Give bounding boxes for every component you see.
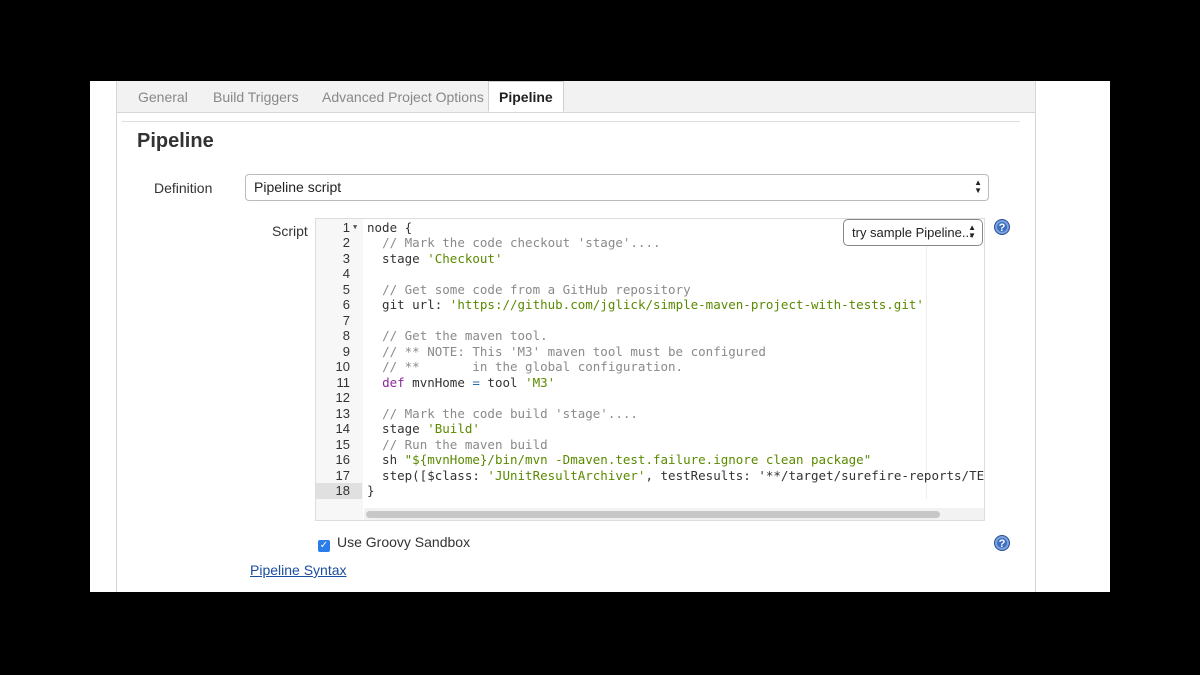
code-text: // ** NOTE: This 'M3' maven tool must be… <box>382 343 766 359</box>
scrollbar-thumb[interactable] <box>366 511 940 518</box>
code-text: // ** in the global configuration. <box>382 359 684 374</box>
code-line[interactable]: 14 stage 'Build' <box>316 421 984 437</box>
pipeline-syntax-link[interactable]: Pipeline Syntax <box>250 562 347 578</box>
line-number: 18 <box>316 483 362 499</box>
code-line[interactable]: 15 // Run the maven build <box>316 436 984 453</box>
line-number: 7 <box>342 312 350 328</box>
code-line[interactable]: 7 <box>316 312 984 329</box>
help-icon[interactable]: ? <box>994 535 1010 551</box>
try-sample-pipeline-select[interactable]: try sample Pipeline... ▲ ▼ <box>843 219 983 246</box>
help-icon[interactable]: ? <box>994 219 1010 235</box>
code-line[interactable]: 11 def mvnHome = tool 'M3' <box>316 374 984 391</box>
section-divider <box>122 121 1020 122</box>
tab-build-triggers[interactable]: Build Triggers <box>213 89 299 105</box>
code-text: node { <box>367 219 413 235</box>
script-editor[interactable]: 1 ▼ node { 2 // Mark the code checkout 'sta… <box>315 218 985 521</box>
definition-select[interactable]: Pipeline script ▲ ▼ <box>245 174 989 201</box>
tab-advanced-project-options[interactable]: Advanced Project Options <box>322 89 484 105</box>
code-text: // Mark the code checkout 'stage'.... <box>382 235 661 250</box>
code-line[interactable]: 6 git url: 'https://github.com/jglick/si… <box>316 297 984 313</box>
code-line[interactable]: 13 // Mark the code build 'stage'.... <box>316 405 984 422</box>
groovy-sandbox-checkbox[interactable]: ✓ <box>318 540 330 552</box>
tab-pipeline[interactable]: Pipeline <box>488 81 564 112</box>
config-tab-bar: General Build Triggers Advanced Project … <box>117 81 1035 113</box>
code-text: step([$class: 'JUnitResultArchiver', tes… <box>367 467 985 483</box>
select-arrows-icon: ▲ ▼ <box>974 178 982 195</box>
code-line[interactable]: 5 // Get some code from a GitHub reposit… <box>316 281 984 298</box>
code-text: // Get some code from a GitHub repositor… <box>382 281 691 297</box>
line-number: 12 <box>335 390 350 405</box>
config-panel: General Build Triggers Advanced Project … <box>116 81 1036 592</box>
code-line[interactable]: 17 step([$class: 'JUnitResultArchiver', … <box>316 467 985 484</box>
select-arrows-icon: ▲ ▼ <box>968 223 976 240</box>
line-number: 4 <box>342 266 350 281</box>
code-text: // Run the maven build <box>382 436 548 452</box>
code-text: git url: 'https://github.com/jglick/simp… <box>367 297 924 312</box>
line-number: 5 <box>342 281 350 297</box>
definition-selected-value: Pipeline script <box>254 179 342 195</box>
code-line[interactable]: 10 // ** in the global configuration. <box>316 359 984 375</box>
jenkins-config-frame: General Build Triggers Advanced Project … <box>90 81 1110 592</box>
code-text: stage 'Build' <box>367 421 480 436</box>
line-number: 15 <box>335 436 350 452</box>
script-label: Script <box>272 223 308 239</box>
code-line[interactable]: 16 sh "${mvnHome}/bin/mvn -Dmaven.test.f… <box>316 452 984 468</box>
code-text: } <box>367 483 375 498</box>
section-title: Pipeline <box>137 130 214 152</box>
code-text: // Get the maven tool. <box>382 328 548 343</box>
line-number: 3 <box>342 250 350 266</box>
line-number: 9 <box>342 343 350 359</box>
line-number: 2 <box>342 235 350 250</box>
line-number: 16 <box>335 452 350 467</box>
code-line[interactable]: 9 // ** NOTE: This 'M3' maven tool must … <box>316 343 984 360</box>
code-line[interactable]: 3 stage 'Checkout' <box>316 250 984 267</box>
horizontal-scrollbar[interactable] <box>364 508 984 520</box>
code-line[interactable]: 8 // Get the maven tool. <box>316 328 984 344</box>
code-text: sh "${mvnHome}/bin/mvn -Dmaven.test.fail… <box>367 452 872 467</box>
line-number: 14 <box>335 421 350 436</box>
sample-select-value: try sample Pipeline... <box>852 225 973 240</box>
groovy-sandbox-label: Use Groovy Sandbox <box>337 534 471 550</box>
code-line[interactable]: 4 <box>316 266 984 282</box>
code-text: stage 'Checkout' <box>367 250 503 266</box>
line-number: 10 <box>335 359 350 374</box>
line-number: 17 <box>335 467 350 483</box>
line-number: 6 <box>342 297 350 312</box>
fold-arrow-icon[interactable]: ▼ <box>353 220 357 236</box>
code-line[interactable]: 18} <box>316 483 984 499</box>
definition-label: Definition <box>154 180 213 196</box>
line-number: 11 <box>336 374 351 390</box>
code-text: // Mark the code build 'stage'.... <box>382 405 638 421</box>
line-number: 8 <box>342 328 350 343</box>
line-number: 1 <box>342 219 350 235</box>
tab-general[interactable]: General <box>138 89 188 105</box>
code-line[interactable]: 12 <box>316 390 984 406</box>
line-number: 13 <box>335 405 350 421</box>
code-text: def mvnHome = tool 'M3' <box>382 374 556 390</box>
